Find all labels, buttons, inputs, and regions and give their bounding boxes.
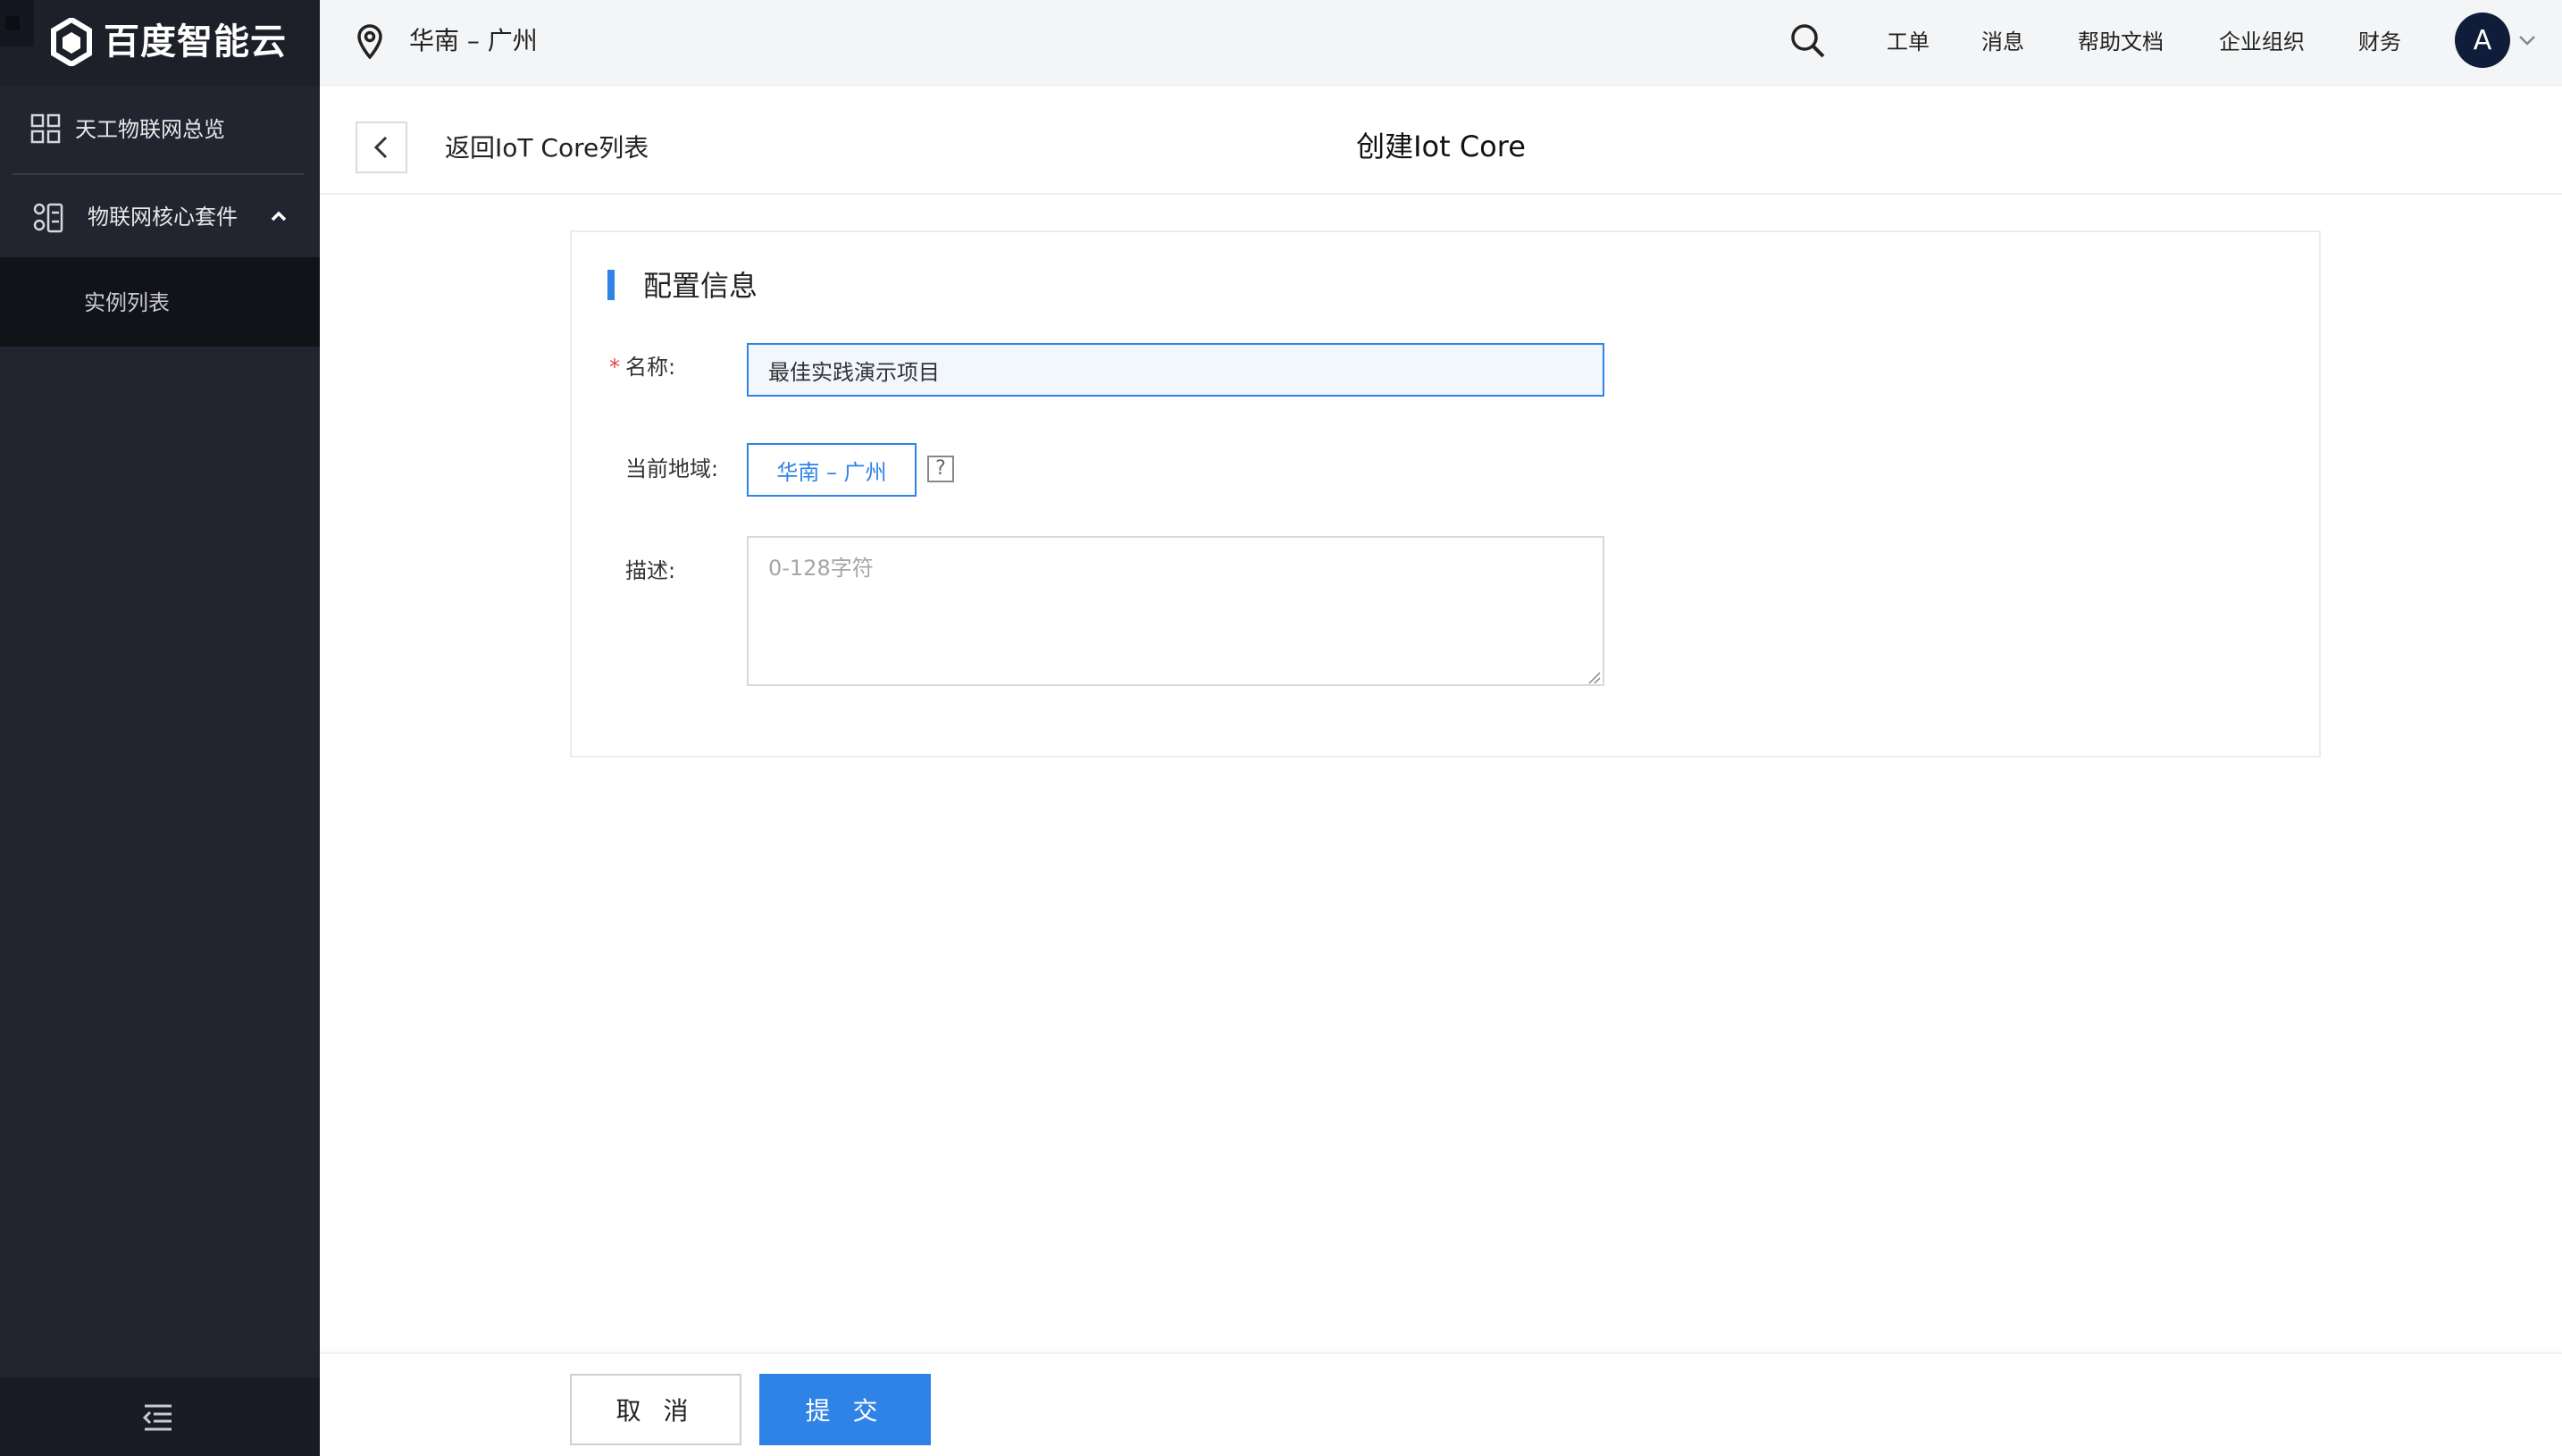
nav-link-finance[interactable]: 财务 [2358, 27, 2401, 57]
nav-link-help-docs[interactable]: 帮助文档 [2078, 27, 2164, 57]
sidebar-item-label: 天工物联网总览 [75, 117, 225, 142]
section-title: 配置信息 [643, 269, 758, 303]
section-accent-bar [607, 270, 615, 300]
footer-action-bar: 取 消 提 交 [320, 1352, 2562, 1456]
brand-logo[interactable]: 百度智能云 [0, 0, 320, 86]
sidebar-item-core-suite[interactable]: 物联网核心套件 [0, 177, 320, 257]
sidebar: 百度智能云 天工物联网总览 物联网核心套件 实例列表 [0, 0, 320, 1456]
modules-icon [33, 203, 63, 233]
page-title: 创建Iot Core [1356, 130, 1526, 163]
baidu-cloud-logo-icon [51, 18, 92, 66]
sidebar-divider [13, 173, 304, 175]
cancel-button[interactable]: 取 消 [570, 1374, 741, 1445]
corner-marker [0, 0, 34, 46]
chevron-up-icon[interactable] [268, 205, 289, 227]
top-navigation-bar: 华南 – 广州 工单 消息 帮助文档 企业组织 财务 A [320, 0, 2562, 86]
region-selector[interactable]: 华南 – 广州 [409, 23, 538, 59]
avatar[interactable]: A [2455, 13, 2510, 68]
config-form-card: 配置信息 * 名称: 当前地域: 华南 – 广州 ? 描述: [570, 230, 2321, 757]
region-tag[interactable]: 华南 – 广州 [747, 443, 917, 497]
sidebar-footer [0, 1377, 320, 1456]
grid-icon [30, 113, 61, 144]
required-mark: * [609, 355, 620, 380]
nav-link-ticket[interactable]: 工单 [1887, 27, 1930, 57]
name-label: 名称: [625, 355, 676, 380]
sidebar-item-instance-list[interactable]: 实例列表 [84, 288, 170, 318]
description-label: 描述: [625, 558, 676, 583]
region-label: 当前地域: [625, 456, 719, 481]
page-header: 返回IoT Core列表 创建Iot Core [320, 86, 2562, 195]
description-textarea[interactable] [747, 536, 1604, 686]
app-root: 百度智能云 天工物联网总览 物联网核心套件 实例列表 华南 – 广州 工单 消息… [0, 0, 2562, 1456]
brand-name: 百度智能云 [104, 21, 287, 63]
sidebar-item-overview[interactable]: 天工物联网总览 [0, 89, 320, 170]
search-icon[interactable] [1788, 21, 1826, 59]
nav-link-organization[interactable]: 企业组织 [2219, 27, 2305, 57]
sidebar-submenu: 实例列表 [0, 257, 320, 347]
nav-link-messages[interactable]: 消息 [1981, 27, 2024, 57]
name-input[interactable] [747, 343, 1604, 397]
chevron-down-icon[interactable] [2517, 32, 2537, 48]
help-question-icon[interactable]: ? [927, 456, 954, 482]
collapse-sidebar-icon[interactable] [141, 1402, 175, 1433]
resize-handle-icon[interactable] [1587, 670, 1601, 684]
submit-button[interactable]: 提 交 [759, 1374, 931, 1445]
sidebar-item-label: 物联网核心套件 [88, 205, 238, 230]
location-pin-icon[interactable] [356, 23, 384, 59]
